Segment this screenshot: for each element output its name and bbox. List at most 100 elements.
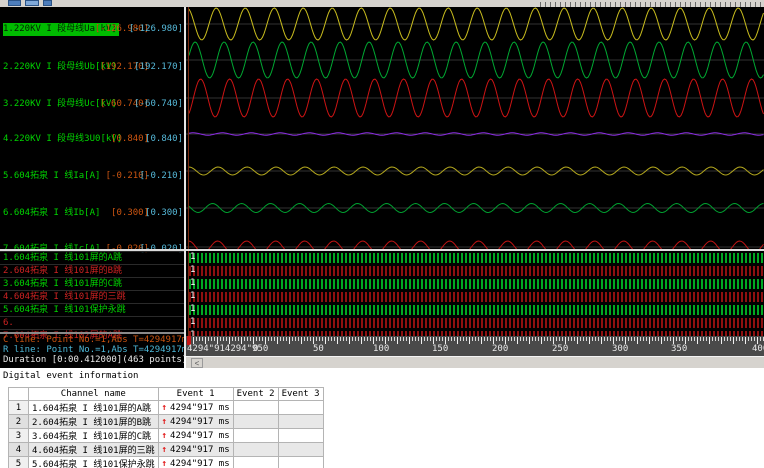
column-header	[8, 387, 29, 401]
event-table-row[interactable]: 5 5.604拓泉 I 线101保护永跳 ↑ 4294"917 ms	[8, 456, 324, 468]
digital-event-panel: Digital event information Channel name Ev…	[0, 368, 764, 468]
channel-name-cell: 1.604拓泉 I 线101屏的A跳	[28, 400, 159, 415]
column-header: Event 1	[157, 387, 234, 401]
event-table-row[interactable]: 4 4.604拓泉 I 线101屏的三跳 ↑ 4294"917 ms	[8, 442, 324, 457]
column-header: Event 3	[277, 387, 324, 401]
digital-state-value: 1	[190, 317, 196, 327]
digital-state-value: 1	[190, 265, 196, 275]
channel-list-panel: 1.220KV I 段母线Ua[kV] [-126.980] [-126.980] 2…	[0, 7, 184, 368]
event1-cell: ↑ 4294"917 ms	[157, 442, 234, 457]
reference-value: [-126.980]	[128, 24, 183, 34]
digital-channel-label[interactable]: 3.604拓泉 I 线101屏的C跳	[0, 277, 184, 289]
digital-channel-label[interactable]: 5.604拓泉 I 线101保护永跳	[0, 303, 184, 315]
cursor-c-status: C line: Point No.=1,Abs T=4294917ms, Rel…	[3, 335, 184, 345]
event-time: 4294"917 ms	[170, 430, 230, 441]
digital-event-table[interactable]: Channel name Event 1 Event 2 Event 3 1 1.604拓…	[8, 387, 324, 468]
event-table-row[interactable]: 1 1.604拓泉 I 线101屏的A跳 ↑ 4294"917 ms	[8, 400, 324, 415]
event-table-row[interactable]: 3 3.604拓泉 I 线101屏的C跳 ↑ 4294"917 ms	[8, 428, 324, 443]
event3-cell	[277, 414, 324, 429]
analog-channel-row[interactable]: 6.604拓泉 I 线Ib[A] [0.300] [0.300]	[0, 207, 184, 220]
event1-cell: ↑ 4294"917 ms	[157, 456, 234, 468]
digital-trace-bar: 1	[189, 291, 764, 302]
toolbar-button-icon[interactable]	[25, 0, 39, 6]
reference-value: [192.170]	[134, 62, 183, 72]
cursor-line[interactable]	[188, 7, 189, 336]
digital-trace-bar: 1	[189, 304, 764, 315]
digital-trace-bar: 1	[189, 265, 764, 276]
column-header: Event 2	[232, 387, 279, 401]
toolbar-button-icon[interactable]	[8, 0, 21, 6]
event2-cell	[232, 442, 279, 457]
row-number: 1	[8, 400, 29, 415]
event3-cell	[277, 442, 324, 457]
toolbar-button-icon[interactable]	[43, 0, 52, 6]
event1-cell: ↑ 4294"917 ms	[157, 414, 234, 429]
rising-edge-icon: ↑	[161, 458, 168, 468]
analog-channel-row[interactable]: 5.604拓泉 I 线Ia[A] [-0.210] [-0.210]	[0, 170, 184, 183]
analog-channel-row[interactable]: 2.220KV I 段母线Ub[kV] [192.170] [192.170]	[0, 61, 184, 74]
rising-edge-icon: ↑	[161, 430, 168, 441]
digital-state-value: 1	[190, 304, 196, 314]
analog-channel-row[interactable]: 4.220KV I 段母线3U0[kV] [0.840] [0.840]	[0, 133, 184, 146]
scroll-left-button[interactable]: <	[191, 358, 203, 368]
cursor-value: [0.300]	[111, 208, 149, 218]
channel-name-cell: 3.604拓泉 I 线101屏的C跳	[28, 428, 159, 443]
rising-edge-icon: ↑	[161, 416, 168, 427]
duration-status: Duration [0:00.412000](463 points)	[3, 355, 184, 365]
event-time: 4294"917 ms	[170, 444, 230, 455]
toolbar-remnant	[0, 0, 764, 7]
digital-trace-bar: 1	[189, 278, 764, 289]
reference-value: [-60.740]	[134, 99, 183, 109]
event3-cell	[277, 456, 324, 468]
axis-tick-label: 350	[671, 344, 688, 354]
reference-value: [-0.210]	[139, 171, 183, 181]
row-number: 2	[8, 414, 29, 429]
analog-channel-label[interactable]: 4.220KV I 段母线3U0[kV]	[3, 133, 122, 146]
digital-channel-label[interactable]: 1.604拓泉 I 线101屏的A跳	[0, 251, 184, 263]
column-header: Channel name	[28, 387, 159, 401]
table-header-row: Channel name Event 1 Event 2 Event 3	[8, 387, 324, 401]
event-table-row[interactable]: 2 2.604拓泉 I 线101屏的B跳 ↑ 4294"917 ms	[8, 414, 324, 429]
row-number: 5	[8, 456, 29, 468]
channel-name-cell: 4.604拓泉 I 线101屏的三跳	[28, 442, 159, 457]
channel-name-cell: 5.604拓泉 I 线101保护永跳	[28, 456, 159, 468]
time-axis: 4294"914294"950 050100150200250300350400	[186, 336, 764, 356]
analog-channel-row[interactable]: 1.220KV I 段母线Ua[kV] [-126.980] [-126.980]	[0, 23, 184, 36]
event1-cell: ↑ 4294"917 ms	[157, 428, 234, 443]
reference-value: [0.300]	[145, 208, 183, 218]
digital-state-value: 1	[190, 278, 196, 288]
channel-name-cell: 2.604拓泉 I 线101屏的B跳	[28, 414, 159, 429]
reference-value: [0.840]	[145, 134, 183, 144]
axis-tick-label: 250	[552, 344, 569, 354]
axis-tick-label: 200	[492, 344, 509, 354]
rising-edge-icon: ↑	[161, 444, 168, 455]
cursor-r-status: R line: Point No.=1,Abs T=4294917ms, Rel…	[3, 345, 184, 355]
axis-tick-label: 0	[253, 344, 259, 354]
analog-digital-separator	[0, 249, 764, 251]
digital-state-value: 1	[190, 291, 196, 301]
panel-divider[interactable]	[184, 7, 186, 356]
axis-tick-label: 100	[373, 344, 390, 354]
analog-waveforms	[186, 7, 764, 250]
axis-tick-label: 400	[752, 344, 764, 354]
digital-channel-label[interactable]: 2.604拓泉 I 线101屏的B跳	[0, 264, 184, 276]
digital-channel-label[interactable]: 4.604拓泉 I 线101屏的三跳	[0, 290, 184, 302]
axis-tick-label: 150	[432, 344, 449, 354]
waveform-panel[interactable]: 1111111	[186, 7, 764, 336]
event2-cell	[232, 428, 279, 443]
analog-channel-row[interactable]: 3.220KV I 段母线Uc[kV] [-60.740] [-60.740]	[0, 98, 184, 111]
axis-tick-label: 300	[612, 344, 629, 354]
event3-cell	[277, 428, 324, 443]
digital-trace-bar: 1	[189, 317, 764, 328]
event2-cell	[232, 456, 279, 468]
event2-cell	[232, 414, 279, 429]
event-time: 4294"917 ms	[170, 416, 230, 427]
rising-edge-icon: ↑	[161, 402, 168, 413]
status-separator	[0, 332, 184, 334]
analog-channel-label[interactable]: 6.604拓泉 I 线Ib[A]	[3, 207, 100, 220]
digital-trace-bar: 1	[189, 252, 764, 263]
analog-channel-label[interactable]: 5.604拓泉 I 线Ia[A]	[3, 170, 100, 183]
oscillograph-window: 1.220KV I 段母线Ua[kV] [-126.980] [-126.980] 2…	[0, 0, 764, 468]
event-panel-title: Digital event information	[3, 371, 139, 381]
digital-channel-label[interactable]: 6.	[0, 316, 184, 328]
